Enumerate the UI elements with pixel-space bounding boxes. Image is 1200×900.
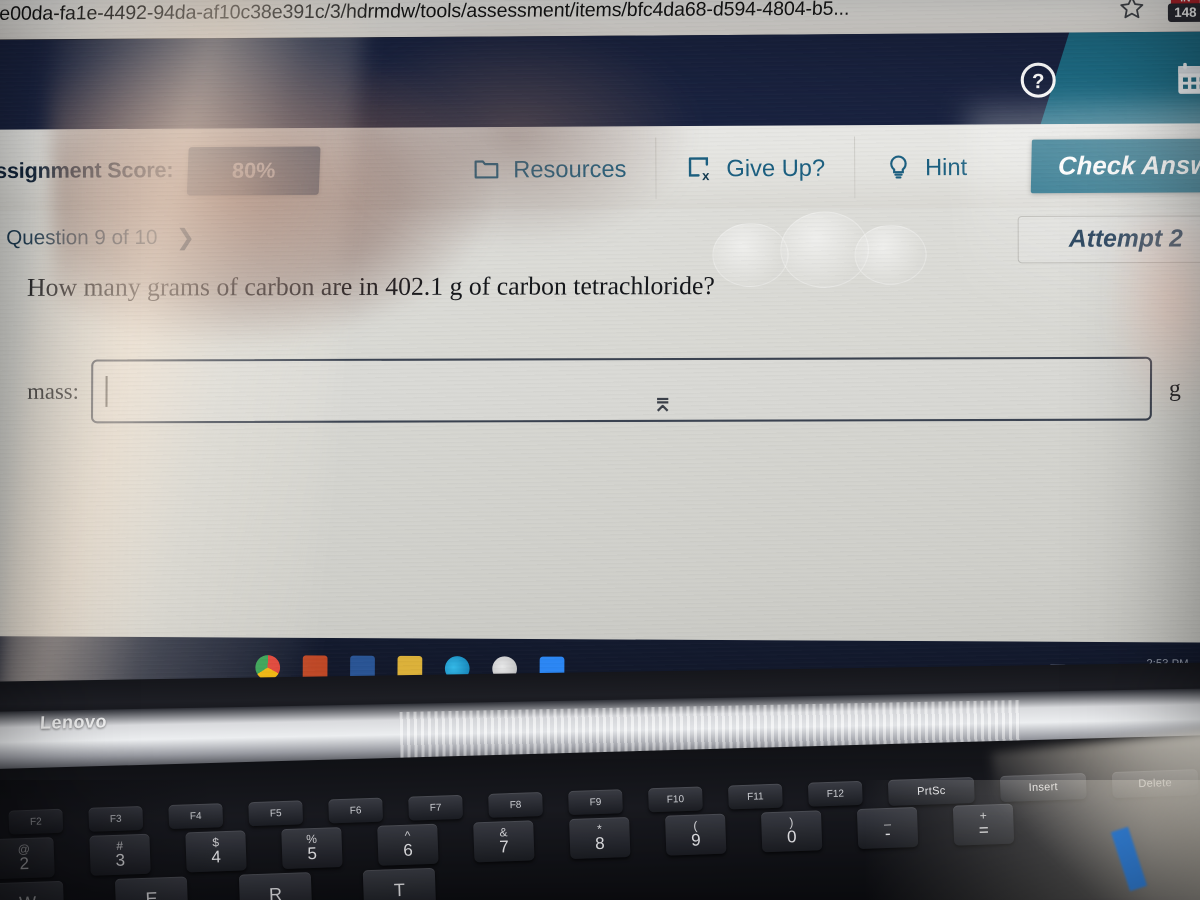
- key-3-shift: #: [116, 838, 124, 853]
- key-0-main: 0: [786, 827, 797, 847]
- key-7-shift: &: [499, 825, 508, 840]
- svg-text:x: x: [702, 168, 710, 183]
- star-icon[interactable]: [1118, 0, 1145, 21]
- calendar-icon[interactable]: [1174, 59, 1200, 98]
- square-x-icon: x: [688, 157, 710, 183]
- key-2-shift: @: [17, 841, 31, 857]
- key-5-shift: %: [306, 831, 318, 847]
- key-0-shift: ): [789, 815, 794, 830]
- key-e[interactable]: E: [114, 876, 189, 900]
- key-minus-main: -: [884, 824, 891, 844]
- photo-of-laptop-screen: 046e00da-fa1e-4492-94da-af10c38e391c/3/h…: [0, 0, 1200, 900]
- key-0[interactable]: ) 0: [760, 810, 823, 853]
- key-4[interactable]: $4: [185, 830, 247, 873]
- key-6[interactable]: ^ 6: [377, 823, 439, 866]
- folder-icon: [474, 160, 499, 179]
- give-up-button[interactable]: x Give Up?: [655, 136, 855, 200]
- key-3[interactable]: #3: [89, 833, 151, 876]
- deck-highlight-glare: [991, 728, 1200, 900]
- laptop-screen: 046e00da-fa1e-4492-94da-af10c38e391c/3/h…: [0, 0, 1200, 722]
- question-prompt: How many grams of carbon are in 402.1 g …: [26, 272, 716, 303]
- lightbulb-icon: [889, 155, 907, 179]
- svg-text:?: ?: [1032, 70, 1045, 93]
- key-8-shift: *: [596, 821, 603, 836]
- app-header: ? D: [0, 31, 1200, 136]
- key-f7[interactable]: F7: [408, 794, 464, 821]
- key-4-shift: $: [212, 835, 220, 850]
- header-right-group[interactable]: D: [1174, 59, 1200, 99]
- browser-extension-badge[interactable]: IN 148: [1167, 0, 1200, 24]
- key-f10[interactable]: F10: [648, 786, 703, 813]
- assignment-score-badge: 80%: [186, 145, 321, 196]
- key-f6[interactable]: F6: [328, 797, 384, 824]
- key-w[interactable]: W: [0, 880, 65, 900]
- question-nav: Question 9 of 10 ❯: [6, 224, 195, 251]
- assessment-toolbar: Assignment Score: 80% Resources x Give U…: [0, 122, 1200, 215]
- key-prtsc[interactable]: PrtSc: [887, 776, 975, 806]
- key-f12[interactable]: F12: [807, 780, 863, 807]
- text-caret: [105, 375, 108, 407]
- key-minus-shift: _: [883, 811, 891, 826]
- address-bar-url[interactable]: 046e00da-fa1e-4492-94da-af10c38e391c/3/h…: [0, 0, 850, 26]
- key-f4[interactable]: F4: [168, 803, 224, 830]
- give-up-label: Give Up?: [726, 153, 826, 181]
- key-5-main: 5: [307, 844, 318, 864]
- key-5[interactable]: % 5: [281, 827, 343, 870]
- key-minus[interactable]: _ -: [856, 806, 919, 849]
- resources-button[interactable]: Resources: [443, 138, 655, 201]
- chevron-right-icon[interactable]: ❯: [176, 224, 195, 251]
- key-f11[interactable]: F11: [728, 783, 783, 810]
- answer-field-label: mass:: [27, 378, 79, 404]
- resources-label: Resources: [513, 154, 627, 183]
- key-9-shift: (: [693, 818, 698, 833]
- key-f8[interactable]: F8: [488, 791, 543, 818]
- text-cursor-icon: ⌆: [651, 387, 674, 418]
- answer-input[interactable]: [91, 356, 1153, 424]
- key-6-main: 6: [403, 840, 414, 861]
- key-t[interactable]: T: [362, 867, 437, 900]
- key-3-main: 3: [115, 850, 126, 871]
- key-6-shift: ^: [404, 828, 411, 843]
- answer-unit-label: g: [1168, 375, 1181, 401]
- extension-badge-count: 148: [1167, 3, 1200, 23]
- key-7-main: 7: [498, 837, 510, 857]
- key-8-main: 8: [594, 834, 606, 854]
- key-9[interactable]: (9: [665, 813, 727, 856]
- key-equals-shift: +: [979, 808, 987, 823]
- key-8[interactable]: * 8: [569, 816, 631, 860]
- key-2-main: 2: [19, 854, 30, 874]
- key-f3[interactable]: F3: [88, 805, 144, 832]
- answer-row: mass: g: [27, 356, 1181, 424]
- assignment-score-label: Assignment Score:: [0, 158, 174, 184]
- key-r[interactable]: R: [238, 872, 313, 900]
- key-9-main: 9: [690, 830, 701, 851]
- key-equals-main: =: [978, 820, 990, 841]
- key-f9[interactable]: F9: [568, 789, 623, 816]
- attempt-badge: Attempt 2: [1017, 215, 1200, 264]
- check-answer-button[interactable]: Check Answ: [1030, 138, 1200, 194]
- toolbar-gap: [320, 170, 444, 171]
- key-f5[interactable]: F5: [248, 800, 304, 827]
- hint-label: Hint: [924, 152, 968, 180]
- key-f2[interactable]: F2: [8, 808, 64, 835]
- question-content-area: Question 9 of 10 ❯ Attempt 2 How many gr…: [0, 207, 1200, 695]
- key-7[interactable]: & 7: [473, 820, 535, 863]
- question-number-label: Question 9 of 10: [6, 225, 158, 250]
- key-2[interactable]: @2: [0, 837, 55, 880]
- hint-button[interactable]: Hint: [853, 135, 997, 199]
- lenovo-brand-logo: Lenovo: [39, 711, 108, 733]
- key-4-main: 4: [211, 847, 222, 867]
- question-mark-circle-icon[interactable]: ?: [1018, 59, 1059, 100]
